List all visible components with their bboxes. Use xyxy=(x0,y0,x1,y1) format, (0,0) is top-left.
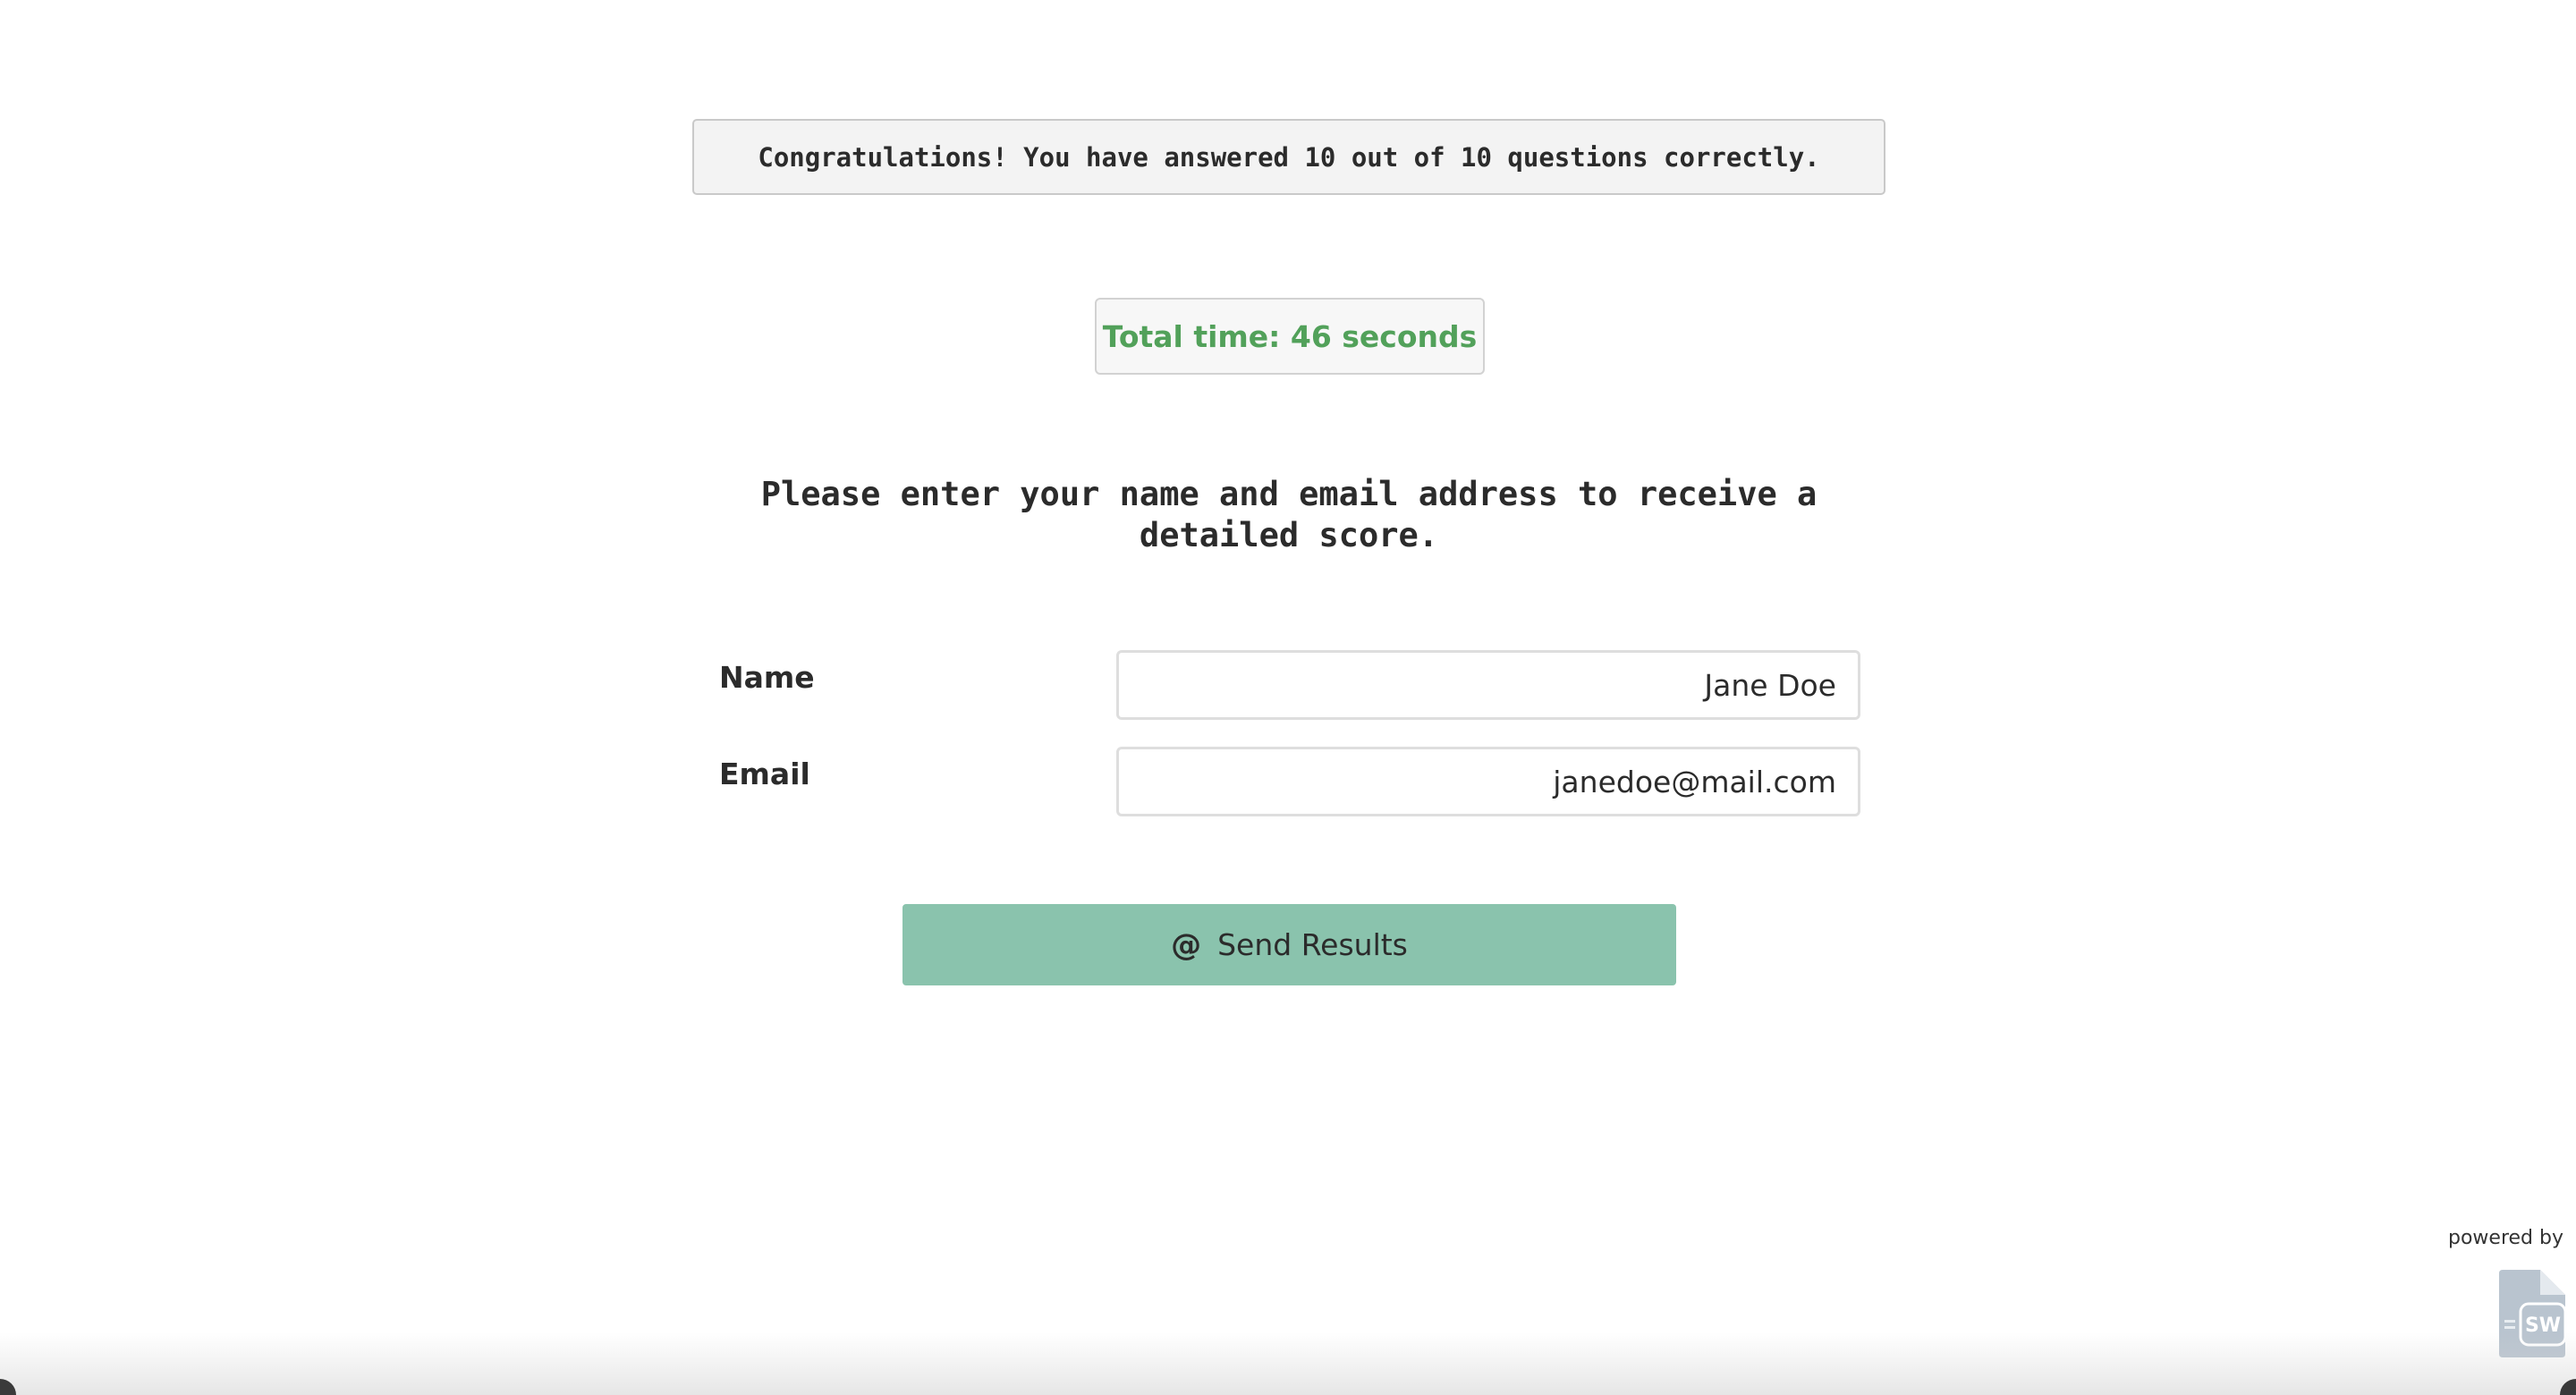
quiz-results-page: Congratulations! You have answered 10 ou… xyxy=(0,0,2576,1395)
powered-by-text: powered by xyxy=(2448,1227,2563,1249)
name-input[interactable] xyxy=(1116,650,1860,720)
send-results-label: Send Results xyxy=(1217,927,1408,962)
email-label: Email xyxy=(719,757,810,791)
bottom-shade xyxy=(0,1332,2576,1395)
at-icon: @ xyxy=(1171,926,1202,963)
send-results-button[interactable]: @ Send Results xyxy=(902,904,1676,985)
email-input[interactable] xyxy=(1116,747,1860,816)
form-prompt: Please enter your name and email address… xyxy=(760,475,1818,554)
total-time-badge: Total time: 46 seconds xyxy=(1095,298,1485,375)
name-label: Name xyxy=(719,660,815,695)
score-message: Congratulations! You have answered 10 ou… xyxy=(692,119,1885,195)
